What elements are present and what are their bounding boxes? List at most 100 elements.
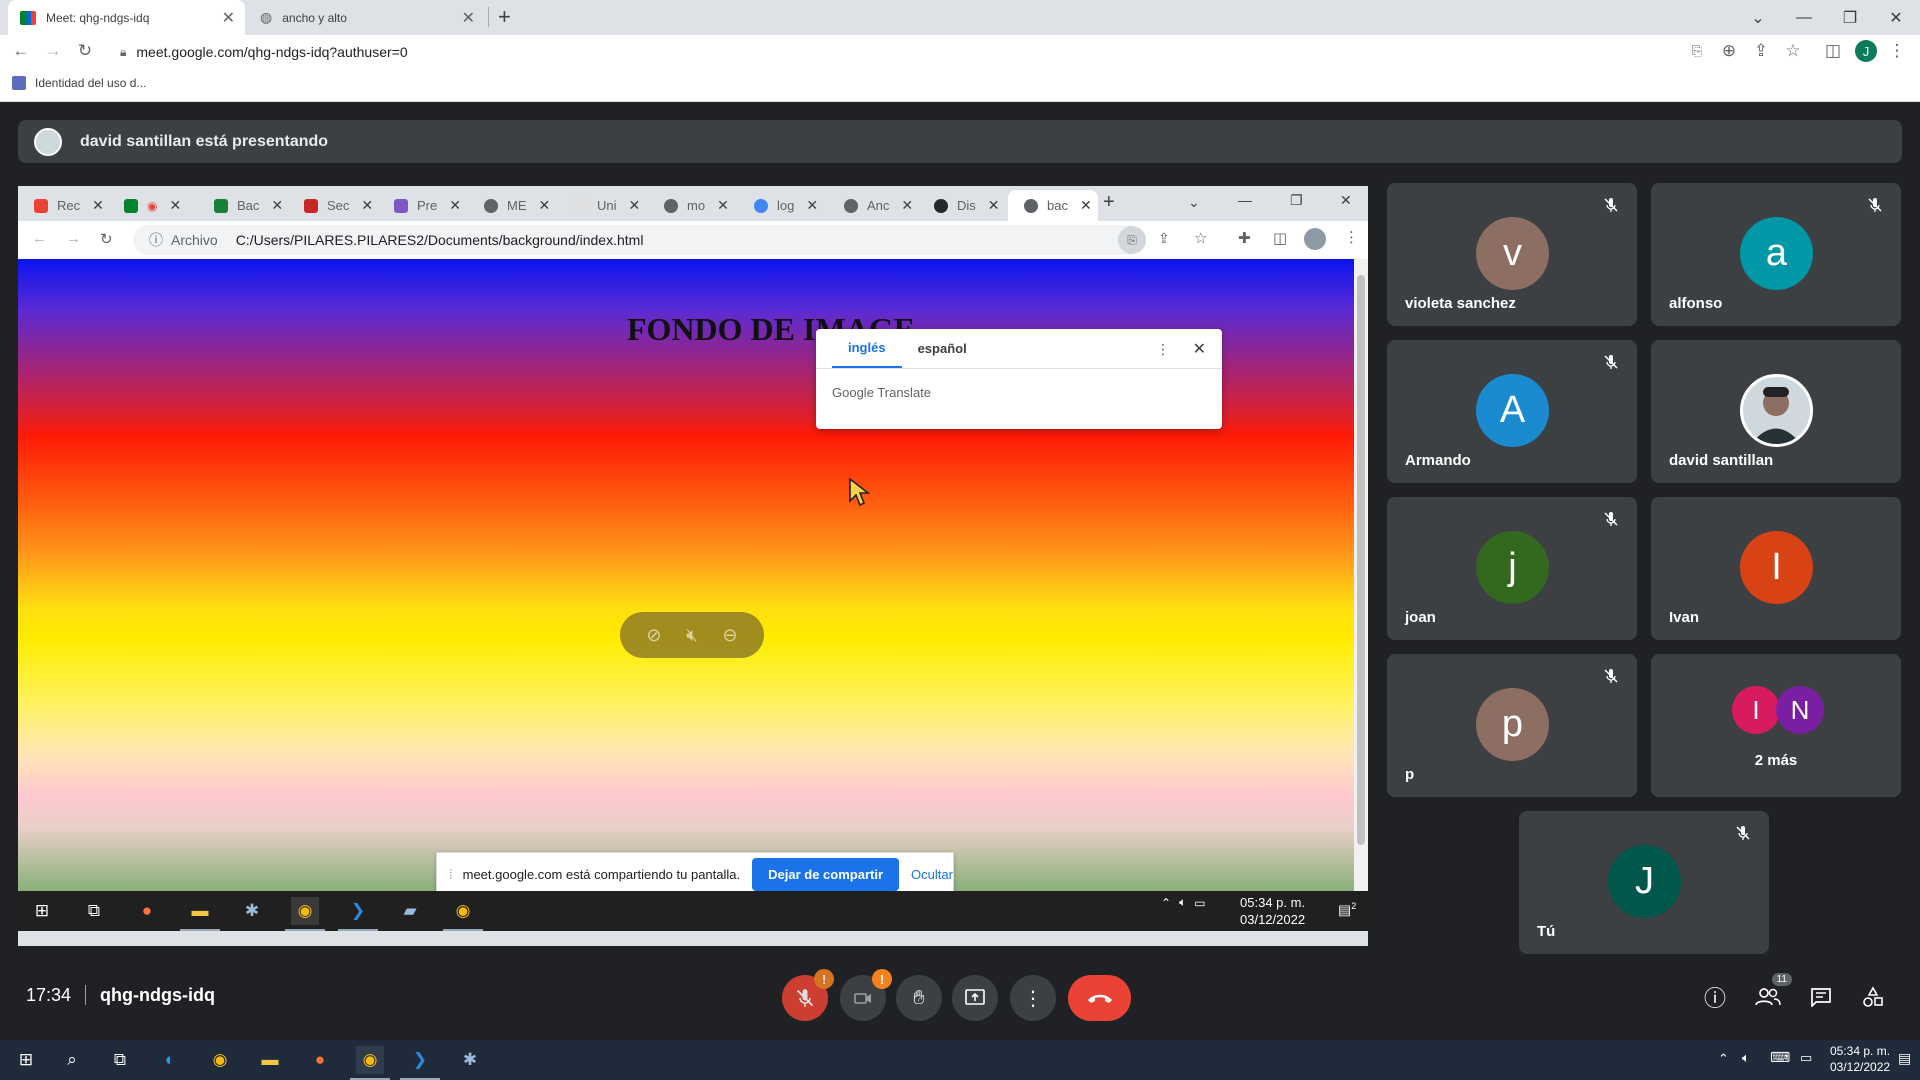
menu-kebab-icon[interactable]: ⋮ [1886,40,1908,62]
menu-kebab-icon: ⋮ [1344,229,1359,246]
star-icon[interactable]: ☆ [1782,40,1804,62]
notification-icon[interactable]: ▤ [1898,1050,1911,1067]
avatar-initial: v [1503,232,1522,274]
chat-button[interactable] [1806,982,1836,1012]
more-options-button[interactable]: ⋮ [1010,975,1056,1021]
shared-tab-title: Sec [327,198,350,213]
file-explorer-icon[interactable]: ▬ [256,1046,284,1074]
firefox-icon[interactable]: ● [306,1046,334,1074]
meeting-details-button[interactable]: ⓘ [1700,982,1730,1012]
edge-icon[interactable]: ◐ [156,1046,184,1074]
shared-tab-active: bac ✕ [1008,190,1098,221]
volume-muted-icon[interactable]: 🔈︎ [1742,1050,1750,1066]
avatar: A [1476,374,1549,447]
vscode-icon[interactable]: ❯ [400,1046,440,1080]
end-call-button[interactable] [1068,975,1131,1021]
mic-off-icon [796,989,814,1007]
side-panel-icon[interactable]: ◫ [1822,40,1844,62]
self-tile[interactable]: J Tú [1519,811,1769,954]
people-icon [1755,988,1781,1006]
page-viewport: FONDO DE IMAGE inglés español ⋮ ✕ Google… [18,259,1354,891]
close-icon: ✕ [1340,192,1352,208]
close-icon[interactable]: ✕ [462,8,475,28]
close-window-button[interactable]: ✕ [1873,0,1919,35]
volume-off-icon: 🔇︎ [686,624,698,645]
avatar-initial: a [1765,232,1788,274]
shared-tab-title: bac [1047,198,1068,213]
restore-button[interactable]: ❐ [1827,0,1873,35]
tab-title: Meet: qhg-ndgs-idq [46,10,150,25]
raise-hand-button[interactable]: ✋︎ [896,975,942,1021]
close-icon[interactable]: ✕ [222,8,235,28]
globe-icon [1024,198,1038,213]
profile-avatar[interactable]: J [1855,40,1877,62]
reload-icon[interactable]: ↻ [74,40,96,62]
participant-tile[interactable]: a alfonso [1651,183,1901,326]
shared-tab-title: Pre [417,198,438,213]
microphone-button[interactable]: ! [782,969,834,1021]
chrome-icon[interactable]: ◉ [350,1046,390,1080]
tab-ancho-y-alto[interactable]: ◍ ancho y alto ✕ [248,0,485,35]
tab-meet[interactable]: Meet: qhg-ndgs-idq ✕ [8,0,245,35]
gmail-icon [34,198,48,213]
mic-off-icon [1868,198,1882,212]
app-icon[interactable]: ✱ [456,1046,484,1074]
meeting-info: 17:34 qhg-ndgs-idq [26,985,215,1006]
globe-icon: ◍ [260,9,273,25]
participant-name: Armando [1405,452,1471,469]
mic-off-icon [1604,355,1618,369]
shared-clock: 05:34 p. m. 03/12/2022 [1240,894,1305,928]
share-icon[interactable]: ⇪ [1750,40,1772,62]
chrome-icon[interactable]: ◉ [206,1046,234,1074]
back-arrow-icon[interactable]: ← [10,40,32,62]
keyboard-icon[interactable]: ⌨ [1770,1049,1790,1066]
lang-spanish: español [917,341,967,356]
people-button[interactable]: 11 [1753,973,1792,1012]
clock-time: 05:34 p. m. [1830,1044,1891,1058]
participant-name: p [1405,766,1415,783]
shared-tab: mo ✕ [648,190,738,221]
close-icon: ✕ [169,197,182,213]
translate-icon[interactable]: ⎘ [1686,40,1708,62]
doc-icon [574,198,588,213]
github-icon [934,198,948,213]
minimize-button[interactable]: — [1781,0,1827,35]
more-label: 2 más [1754,752,1798,769]
task-view-icon[interactable]: ⧉ [106,1046,134,1074]
mic-off-icon [1604,512,1618,526]
sheets-icon [214,198,228,213]
participant-tile[interactable]: A Armando [1387,340,1637,483]
avatar: I [1732,686,1780,734]
camera-button[interactable]: ! [840,969,892,1021]
participant-name: joan [1405,609,1436,626]
people-count-badge: 11 [1771,973,1792,986]
shared-tab: Dis ✕ [918,190,1008,221]
participant-tile[interactable]: I Ivan [1651,497,1901,640]
shared-tab-title: Bac [237,198,260,213]
network-icon[interactable]: ▭ [1800,1050,1812,1066]
search-icon[interactable]: ⌕ [58,1046,86,1074]
chevron-up-icon[interactable]: ⌃ [1718,1051,1729,1067]
forward-arrow-icon[interactable]: → [42,40,64,62]
lang-english: inglés [832,329,902,368]
windows-start-icon[interactable]: ⊞ [12,1046,40,1074]
mic-off-icon [1604,198,1618,212]
more-participants-tile[interactable]: I N 2 más [1651,654,1901,797]
participant-tile[interactable]: j joan [1387,497,1637,640]
camera-off-icon [854,993,871,1004]
zoom-icon[interactable]: ⊕ [1718,40,1740,62]
participant-tile[interactable]: p p [1387,654,1637,797]
present-screen-icon [965,989,985,1005]
address-bar[interactable]: 🔒︎ meet.google.com/qhg-ndgs-idq?authuser… [110,37,1740,67]
participant-tile[interactable]: v violeta sanchez [1387,183,1637,326]
firefox-icon: ● [141,901,153,920]
bookmark-item[interactable]: Identidad del uso d... [12,76,146,90]
tab-search-icon[interactable]: ⌄ [1735,0,1781,35]
activities-button[interactable] [1858,982,1888,1012]
present-button[interactable] [952,975,998,1021]
new-tab-button[interactable]: + [498,4,511,30]
avatar: N [1776,686,1824,734]
participant-tile[interactable]: david santillan [1651,340,1901,483]
divider [85,985,87,1005]
host-clock[interactable]: 05:34 p. m. 03/12/2022 [1830,1043,1890,1075]
